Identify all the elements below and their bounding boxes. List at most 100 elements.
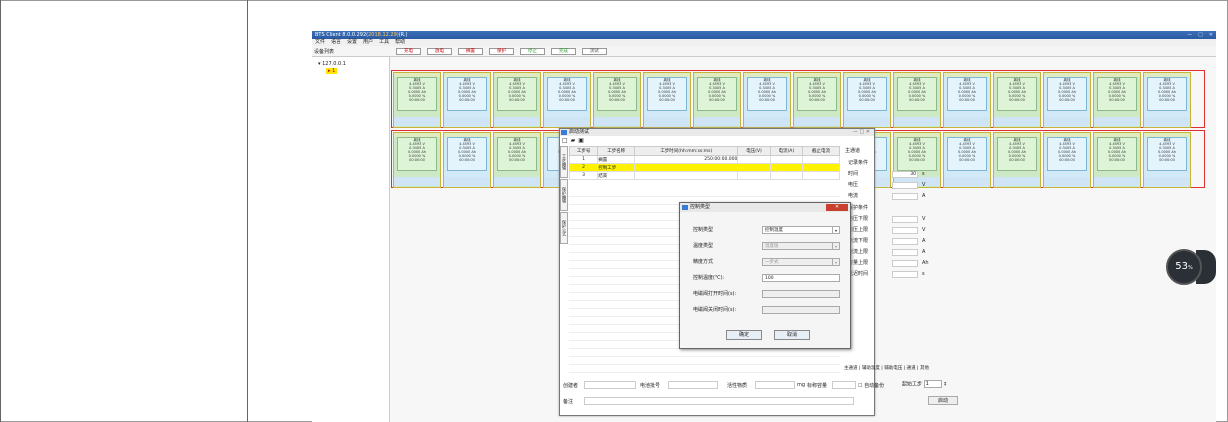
- channel-cell[interactable]: 离线4.4593 V0.3405 A0.0000 Ah0.0000 %00:00…: [393, 72, 441, 128]
- window-controls-icon[interactable]: — □ ✕: [853, 129, 870, 136]
- menu-tools[interactable]: 工具: [379, 39, 389, 46]
- channel-cell[interactable]: 离线4.4593 V0.3405 A0.0000 Ah0.0000 %00:00…: [443, 132, 491, 188]
- tree-node[interactable]: ▸ 1: [326, 68, 338, 74]
- ok-button[interactable]: 确定: [726, 330, 762, 340]
- channel-cell[interactable]: 离线4.4593 V0.3405 A0.0000 Ah0.0000 %00:00…: [993, 72, 1041, 128]
- protect-button[interactable]: 保护: [489, 48, 514, 55]
- minimize-icon[interactable]: —: [1187, 31, 1192, 39]
- protect-row-input[interactable]: [892, 227, 918, 234]
- channel-cell[interactable]: 离线4.4593 V0.3405 A0.0000 Ah0.0000 %00:00…: [393, 132, 441, 188]
- channel-readout: 离线4.4593 V0.3405 A0.0000 Ah0.0000 %00:00…: [397, 77, 437, 111]
- protect-row-input[interactable]: [892, 260, 918, 267]
- channel-cell[interactable]: 离线4.4593 V0.3405 A0.0000 Ah0.0000 %00:00…: [793, 72, 841, 128]
- channel-cell[interactable]: 离线4.4593 V0.3405 A0.0000 Ah0.0000 %00:00…: [993, 132, 1041, 188]
- gauge-unit: %: [1187, 265, 1193, 271]
- protect-row-input[interactable]: [892, 238, 918, 245]
- menu-help[interactable]: 帮助: [395, 39, 405, 46]
- channel-cell[interactable]: 离线4.4593 V0.3405 A0.0000 Ah0.0000 %00:00…: [643, 72, 691, 128]
- channel-cell[interactable]: 离线4.4593 V0.3405 A0.0000 Ah0.0000 %00:00…: [443, 72, 491, 128]
- dialog-row-label: 电磁阀打开时间(s):: [693, 291, 737, 297]
- main-channel-header: 主通道: [845, 148, 861, 154]
- chevron-down-icon[interactable]: ▾: [832, 227, 839, 233]
- menu-file[interactable]: 文件: [315, 39, 325, 46]
- record-voltage-input[interactable]: [892, 182, 918, 189]
- channel-cell[interactable]: 离线4.4593 V0.3405 A0.0000 Ah0.0000 %00:00…: [543, 72, 591, 128]
- dialog-row-value: 100: [765, 276, 774, 281]
- creator-input[interactable]: [584, 381, 636, 389]
- channel-time: 00:00:00: [459, 98, 475, 102]
- chevron-down-icon[interactable]: ▾: [832, 243, 839, 249]
- charge-button[interactable]: 充电: [396, 48, 421, 55]
- auto-backup-checkbox[interactable]: ☐ 自动备份: [858, 382, 884, 389]
- channel-cell[interactable]: 离线4.4593 V0.3405 A0.0000 Ah0.0000 %00:00…: [593, 72, 641, 128]
- channel-cell[interactable]: 离线4.4593 V0.3405 A0.0000 Ah0.0000 %00:00…: [1143, 72, 1191, 128]
- new-file-icon[interactable]: □: [562, 137, 568, 144]
- channel-readout: 离线4.4593 V0.3405 A0.0000 Ah0.0000 %00:00…: [947, 77, 987, 111]
- dialog-row-field[interactable]: 一步式 ▾: [762, 258, 840, 266]
- channel-tabs[interactable]: 主通道 | 辅助温度 | 辅助电压 | 通道 | 其他: [844, 365, 929, 371]
- dialog-row-field[interactable]: 温度值 ▾: [762, 242, 840, 250]
- discharge-button[interactable]: 放电: [427, 48, 452, 55]
- channel-readout: 离线4.4593 V0.3405 A0.0000 Ah0.0000 %00:00…: [497, 77, 537, 111]
- start-step-input[interactable]: 1: [923, 380, 942, 388]
- protect-row-input[interactable]: [892, 216, 918, 223]
- dialog-row-label: 温度类型: [693, 243, 714, 249]
- channel-cell[interactable]: 离线4.4593 V0.3405 A0.0000 Ah0.0000 %00:00…: [893, 72, 941, 128]
- protect-row-input[interactable]: [892, 271, 918, 278]
- channel-cell[interactable]: 离线4.4593 V0.3405 A0.0000 Ah0.0000 %00:00…: [1043, 132, 1091, 188]
- batch-input[interactable]: [668, 381, 718, 389]
- table-row[interactable]: 1 搁置 250:00:00.000: [568, 155, 841, 164]
- usage-gauge[interactable]: 53%: [1166, 249, 1202, 285]
- finish-button[interactable]: 完成: [551, 48, 576, 55]
- channel-cell[interactable]: 离线4.4593 V0.3405 A0.0000 Ah0.0000 %00:00…: [493, 72, 541, 128]
- menu-settings[interactable]: 设置: [347, 39, 357, 46]
- channel-cell[interactable]: 离线4.4593 V0.3405 A0.0000 Ah0.0000 %00:00…: [1043, 72, 1091, 128]
- close-icon[interactable]: ✕: [826, 204, 848, 211]
- channel-readout: 离线4.4593 V0.3405 A0.0000 Ah0.0000 %00:00…: [847, 77, 887, 111]
- nominal-input[interactable]: [832, 381, 856, 389]
- record-current-input[interactable]: [892, 193, 918, 200]
- tab-protect-formula[interactable]: 保护公式: [560, 212, 568, 244]
- table-row-selected[interactable]: 2 控制工步: [568, 163, 841, 172]
- channel-cell[interactable]: 离线4.4593 V0.3405 A0.0000 Ah0.0000 %00:00…: [1093, 132, 1141, 188]
- stop-button[interactable]: 停止: [520, 48, 545, 55]
- dialog-row-field[interactable]: 100: [762, 274, 840, 282]
- channel-footer: [1144, 117, 1190, 126]
- chevron-down-icon[interactable]: ▾: [832, 259, 839, 265]
- dialog-row-field[interactable]: [762, 290, 840, 298]
- channel-footer: [1044, 117, 1090, 126]
- test-button[interactable]: 测试: [582, 48, 607, 55]
- channel-cell[interactable]: 离线4.4593 V0.3405 A0.0000 Ah0.0000 %00:00…: [1093, 72, 1141, 128]
- channel-cell[interactable]: 离线4.4593 V0.3405 A0.0000 Ah0.0000 %00:00…: [693, 72, 741, 128]
- tab-step-edit[interactable]: 工步编辑: [560, 146, 568, 178]
- tree-ip[interactable]: ▾ 127.0.0.1: [318, 61, 346, 67]
- time-label: 时间: [848, 171, 859, 177]
- channel-footer: [744, 117, 790, 126]
- tree-node-label: 1: [332, 68, 336, 74]
- open-folder-icon[interactable]: ▰: [571, 137, 576, 144]
- time-input[interactable]: 30: [892, 171, 918, 178]
- menu-language[interactable]: 语言: [331, 39, 341, 46]
- channel-cell[interactable]: 离线4.4593 V0.3405 A0.0000 Ah0.0000 %00:00…: [493, 132, 541, 188]
- dialog-row-field[interactable]: 控制温度 ▾: [762, 226, 840, 234]
- menu-user[interactable]: 用户: [363, 39, 373, 46]
- dialog-row-field[interactable]: [762, 306, 840, 314]
- channel-cell[interactable]: 离线4.4593 V0.3405 A0.0000 Ah0.0000 %00:00…: [943, 72, 991, 128]
- close-icon[interactable]: ✕: [1209, 31, 1213, 39]
- channel-cell[interactable]: 离线4.4593 V0.3405 A0.0000 Ah0.0000 %00:00…: [1143, 132, 1191, 188]
- cancel-button[interactable]: 取消: [774, 330, 810, 340]
- rest-button[interactable]: 搁置: [458, 48, 483, 55]
- save-icon[interactable]: ▣: [578, 137, 584, 144]
- protect-row-input[interactable]: [892, 249, 918, 256]
- maximize-icon[interactable]: □: [1198, 31, 1203, 39]
- channel-cell[interactable]: 离线4.4593 V0.3405 A0.0000 Ah0.0000 %00:00…: [743, 72, 791, 128]
- start-button[interactable]: 启动: [928, 396, 958, 405]
- spinner-icon[interactable]: ⇕: [943, 382, 947, 388]
- tab-protect-edit[interactable]: 保护编辑: [560, 179, 568, 211]
- table-row[interactable]: 3 结束: [568, 171, 841, 180]
- remark-input[interactable]: [584, 397, 854, 405]
- channel-time: 00:00:00: [809, 98, 825, 102]
- material-input[interactable]: [755, 381, 795, 389]
- nominal-label: 标称容量: [807, 383, 828, 389]
- channel-cell[interactable]: 离线4.4593 V0.3405 A0.0000 Ah0.0000 %00:00…: [843, 72, 891, 128]
